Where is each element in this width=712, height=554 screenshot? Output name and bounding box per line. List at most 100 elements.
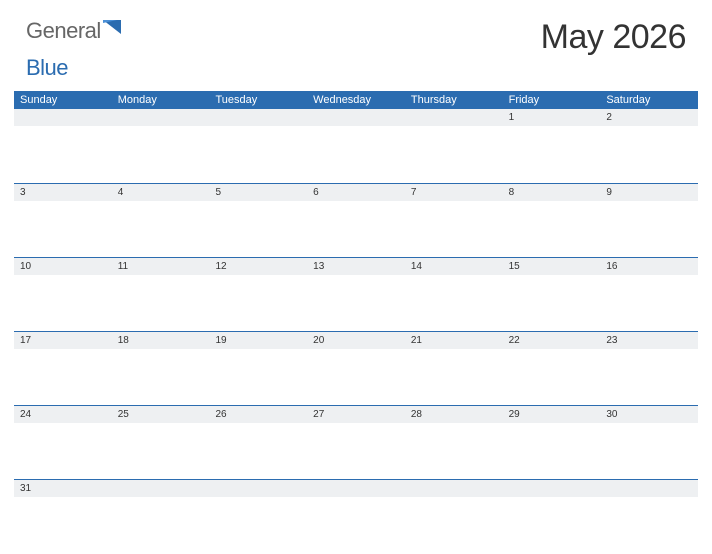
day-cell: 14: [405, 257, 503, 331]
day-cell: 17: [14, 331, 112, 405]
day-number: [307, 109, 405, 126]
day-body: [209, 275, 307, 332]
day-cell: 18: [112, 331, 210, 405]
day-cell: 24: [14, 405, 112, 479]
day-cell: 11: [112, 257, 210, 331]
day-body: [503, 275, 601, 332]
day-body: [600, 497, 698, 554]
day-body: [307, 126, 405, 183]
day-cell: [405, 109, 503, 183]
day-cell: [307, 479, 405, 553]
day-cell: [600, 479, 698, 553]
day-body: [112, 497, 210, 554]
day-header-row: Sunday Monday Tuesday Wednesday Thursday…: [14, 91, 698, 109]
logo-text-general: General: [26, 18, 101, 44]
day-number: 26: [209, 406, 307, 423]
day-body: [503, 497, 601, 554]
day-cell: [112, 479, 210, 553]
day-header-thursday: Thursday: [405, 91, 503, 109]
week-row: 12: [14, 109, 698, 183]
day-number: 11: [112, 258, 210, 275]
day-body: [112, 201, 210, 258]
day-cell: 5: [209, 183, 307, 257]
day-body: [14, 275, 112, 332]
day-body: [600, 349, 698, 406]
day-cell: [405, 479, 503, 553]
day-cell: 8: [503, 183, 601, 257]
day-cell: [503, 479, 601, 553]
day-body: [112, 423, 210, 480]
day-cell: 3: [14, 183, 112, 257]
day-number: 3: [14, 184, 112, 201]
day-cell: 20: [307, 331, 405, 405]
day-body: [405, 275, 503, 332]
day-body: [600, 126, 698, 183]
day-body: [112, 275, 210, 332]
day-cell: [112, 109, 210, 183]
day-number: 28: [405, 406, 503, 423]
day-number: 2: [600, 109, 698, 126]
day-number: 7: [405, 184, 503, 201]
day-header-saturday: Saturday: [600, 91, 698, 109]
day-cell: 9: [600, 183, 698, 257]
day-number: 8: [503, 184, 601, 201]
day-body: [307, 349, 405, 406]
day-cell: 13: [307, 257, 405, 331]
day-body: [405, 126, 503, 183]
calendar-grid: Sunday Monday Tuesday Wednesday Thursday…: [14, 91, 698, 553]
day-number: [112, 109, 210, 126]
day-number: [112, 480, 210, 497]
day-number: 27: [307, 406, 405, 423]
day-body: [112, 126, 210, 183]
day-body: [503, 349, 601, 406]
day-cell: 6: [307, 183, 405, 257]
day-cell: 23: [600, 331, 698, 405]
day-cell: 10: [14, 257, 112, 331]
day-cell: 25: [112, 405, 210, 479]
day-number: [209, 480, 307, 497]
day-number: 15: [503, 258, 601, 275]
day-body: [209, 349, 307, 406]
day-body: [112, 349, 210, 406]
day-body: [209, 423, 307, 480]
day-number: 22: [503, 332, 601, 349]
day-number: 12: [209, 258, 307, 275]
day-body: [503, 126, 601, 183]
day-body: [405, 349, 503, 406]
day-cell: 16: [600, 257, 698, 331]
week-row: 17181920212223: [14, 331, 698, 405]
day-body: [14, 423, 112, 480]
day-body: [14, 349, 112, 406]
day-header-friday: Friday: [503, 91, 601, 109]
day-number: 19: [209, 332, 307, 349]
day-body: [307, 275, 405, 332]
day-header-monday: Monday: [112, 91, 210, 109]
day-number: 9: [600, 184, 698, 201]
day-number: 25: [112, 406, 210, 423]
day-body: [600, 423, 698, 480]
day-cell: 7: [405, 183, 503, 257]
day-header-sunday: Sunday: [14, 91, 112, 109]
logo-triangle-icon: [103, 14, 121, 40]
day-body: [209, 126, 307, 183]
day-cell: 15: [503, 257, 601, 331]
day-number: 23: [600, 332, 698, 349]
day-number: [600, 480, 698, 497]
day-header-wednesday: Wednesday: [307, 91, 405, 109]
day-body: [14, 201, 112, 258]
day-number: 21: [405, 332, 503, 349]
week-row: 3456789: [14, 183, 698, 257]
day-cell: 31: [14, 479, 112, 553]
day-number: 4: [112, 184, 210, 201]
day-number: 6: [307, 184, 405, 201]
week-row: 10111213141516: [14, 257, 698, 331]
day-body: [405, 497, 503, 554]
logo-text-blue: Blue: [26, 55, 68, 80]
day-cell: 22: [503, 331, 601, 405]
day-body: [600, 275, 698, 332]
day-cell: 4: [112, 183, 210, 257]
day-number: 14: [405, 258, 503, 275]
day-number: 5: [209, 184, 307, 201]
day-number: [405, 109, 503, 126]
day-cell: 21: [405, 331, 503, 405]
